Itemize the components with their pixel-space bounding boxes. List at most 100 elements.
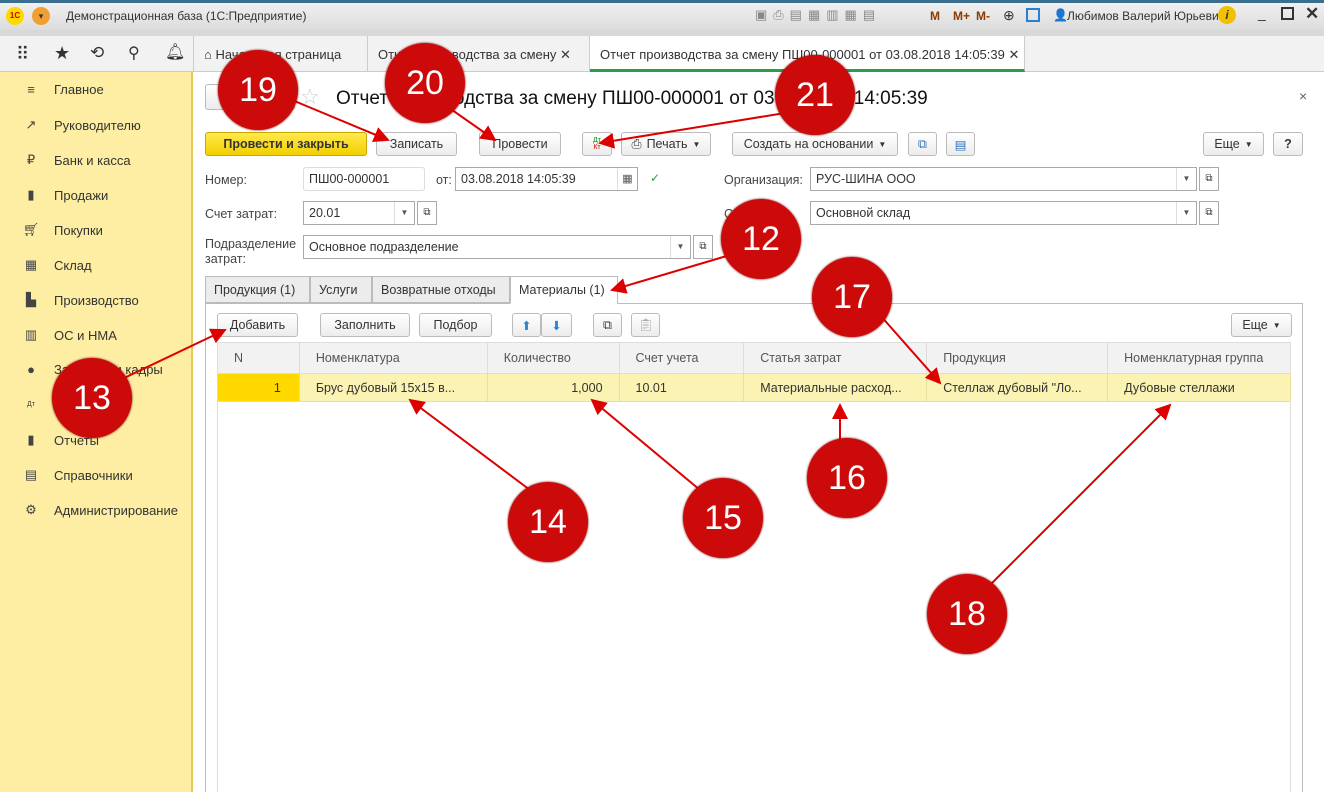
column-header[interactable]: Счет учета (618, 342, 745, 374)
sidebar-item[interactable]: ▙ Производство (22, 292, 139, 308)
sidebar-item[interactable]: ▮ Продажи (22, 187, 108, 203)
arrow-12 (610, 254, 731, 294)
panels-icon[interactable] (1026, 8, 1040, 22)
tab-services[interactable]: Услуги (310, 276, 372, 303)
more-label: Еще (1214, 137, 1240, 151)
close-window-icon[interactable]: ✕ (1305, 4, 1319, 24)
move-down-button[interactable]: ⬇ (541, 313, 572, 337)
column-header[interactable]: Продукция (926, 342, 1109, 374)
print-label: Печать (646, 137, 688, 151)
table-cell[interactable]: 1 (217, 373, 300, 402)
maximize-icon[interactable] (1281, 7, 1294, 20)
column-header[interactable]: Количество (486, 342, 620, 374)
sidebar-item[interactable]: ⚙ Администрирование (22, 502, 178, 518)
print-button[interactable]: ⎙ Печать ▼ (621, 132, 711, 156)
table-cell[interactable]: 10.01 (618, 373, 745, 402)
tab-products[interactable]: Продукция (1) (205, 276, 310, 303)
sidebar-item-label: Покупки (54, 222, 103, 238)
chevron-down-icon[interactable]: ▼ (1176, 202, 1196, 224)
chevron-down-icon[interactable]: ▼ (394, 202, 414, 224)
close-tab-icon[interactable]: ✕ (1009, 47, 1020, 62)
sidebar-item[interactable]: ▦ Склад (22, 257, 92, 273)
m-minus-button[interactable]: M- (976, 9, 990, 23)
table-cell[interactable]: Брус дубовый 15х15 в... (298, 373, 488, 402)
tab-materials[interactable]: Материалы (1) (510, 276, 618, 304)
annotation-marker-21: 21 (775, 55, 855, 135)
sidebar-item[interactable]: ₽ Банк и касса (22, 152, 131, 168)
table-empty-area (217, 401, 1291, 792)
department-value: Основное подразделение (309, 240, 459, 254)
save-button[interactable]: Записать (376, 132, 457, 156)
bell-icon[interactable]: 🔔︎ (165, 42, 185, 62)
chevron-down-icon[interactable]: ▼ (1176, 168, 1196, 190)
list-button[interactable]: ▤ (946, 132, 975, 156)
close-tab-icon[interactable]: ✕ (560, 47, 571, 62)
create-based-on-button[interactable]: Создать на основании ▼ (732, 132, 898, 156)
sidebar-item[interactable]: ▤ Справочники (22, 467, 133, 483)
account-field[interactable]: 20.01 ▼ (303, 201, 415, 225)
dt-kt-button[interactable]: Дт Кт (582, 132, 612, 156)
sidebar-item[interactable]: 🛒︎ Покупки (22, 222, 103, 238)
cart-icon: 🛒︎ (22, 222, 40, 237)
tab-return-waste[interactable]: Возвратные отходы (372, 276, 510, 303)
info-icon[interactable]: i (1218, 6, 1236, 24)
toolbar-icons[interactable]: ▣⎙▤▦▥▦▤ (755, 7, 881, 23)
chevron-down-icon: ▼ (878, 139, 887, 149)
add-button[interactable]: Добавить (217, 313, 298, 337)
favorite-star-icon[interactable]: ☆ (300, 84, 320, 110)
apps-grid-icon[interactable]: ⠿ (16, 44, 29, 65)
annotation-marker-18: 18 (927, 574, 1007, 654)
dt-kt-icon: Дт (27, 401, 35, 408)
column-header[interactable]: Номенклатурная группа (1107, 342, 1291, 374)
select-button[interactable]: Подбор (419, 313, 492, 337)
move-up-button[interactable]: ⬆ (512, 313, 541, 337)
open-department-button[interactable]: ⧉ (693, 235, 713, 259)
open-warehouse-button[interactable]: ⧉ (1199, 201, 1219, 225)
table-cell[interactable]: Стеллаж дубовый "Ло... (926, 373, 1109, 402)
table-cell[interactable]: Материальные расход... (743, 373, 928, 402)
more-button[interactable]: Еще ▼ (1203, 132, 1264, 156)
department-field[interactable]: Основное подразделение ▼ (303, 235, 691, 259)
sidebar-item[interactable]: ↗ Руководителю (22, 117, 141, 133)
warehouse-field[interactable]: Основной склад ▼ (810, 201, 1197, 225)
menu-icon: ≡ (27, 82, 35, 97)
close-form-icon[interactable]: × (1299, 88, 1307, 104)
column-header[interactable]: Номенклатура (298, 342, 488, 374)
sidebar-item-label: Склад (54, 257, 92, 273)
structure-icon: ⧉ (918, 136, 927, 151)
column-header[interactable]: N (217, 342, 300, 374)
zoom-icon[interactable]: ⊕ (1003, 7, 1015, 24)
help-button[interactable]: ? (1273, 132, 1303, 156)
chevron-down-icon[interactable]: ▼ (670, 236, 690, 258)
calendar-icon[interactable]: ▦ (617, 168, 637, 190)
table-cell[interactable]: 1,000 (486, 373, 620, 402)
column-header[interactable]: Статья затрат (743, 342, 928, 374)
main-menu-icon[interactable]: ▾ (32, 7, 50, 25)
minimize-icon[interactable]: _ (1258, 5, 1266, 21)
sidebar-item[interactable]: ▥ ОС и НМА (22, 327, 117, 343)
star-icon[interactable]: ★ (54, 43, 70, 64)
open-account-button[interactable]: ⧉ (417, 201, 437, 225)
annotation-marker-12: 12 (721, 199, 801, 279)
sidebar-item[interactable]: ≡ Главное (22, 82, 103, 97)
copy-button[interactable]: ⧉ (593, 313, 622, 337)
post-and-close-button[interactable]: Провести и закрыть (205, 132, 367, 156)
structure-button[interactable]: ⧉ (908, 132, 937, 156)
paste-button[interactable]: 📋︎ (631, 313, 660, 337)
date-field[interactable]: 03.08.2018 14:05:39 ▦ (455, 167, 638, 191)
number-field[interactable]: ПШ00-000001 (303, 167, 425, 191)
search-icon[interactable]: ⚲ (128, 43, 140, 63)
table-cell[interactable]: Дубовые стеллажи (1107, 373, 1291, 402)
table-row[interactable]: 1 Брус дубовый 15х15 в... 1,000 10.01 Матери… (217, 373, 1291, 402)
table-more-button[interactable]: Еще ▼ (1231, 313, 1292, 337)
open-organization-button[interactable]: ⧉ (1199, 167, 1219, 191)
m-plus-button[interactable]: M+ (953, 9, 970, 23)
fill-button[interactable]: Заполнить (320, 313, 410, 337)
post-button[interactable]: Провести (479, 132, 561, 156)
m-button[interactable]: M (930, 9, 940, 23)
history-icon[interactable]: ⟲ (90, 43, 104, 63)
organization-field[interactable]: РУС-ШИНА ООО ▼ (810, 167, 1197, 191)
user-name[interactable]: Любимов Валерий Юрьевич (1067, 9, 1225, 23)
person-icon: ● (27, 362, 35, 377)
1c-logo-icon: 1С (6, 7, 24, 25)
